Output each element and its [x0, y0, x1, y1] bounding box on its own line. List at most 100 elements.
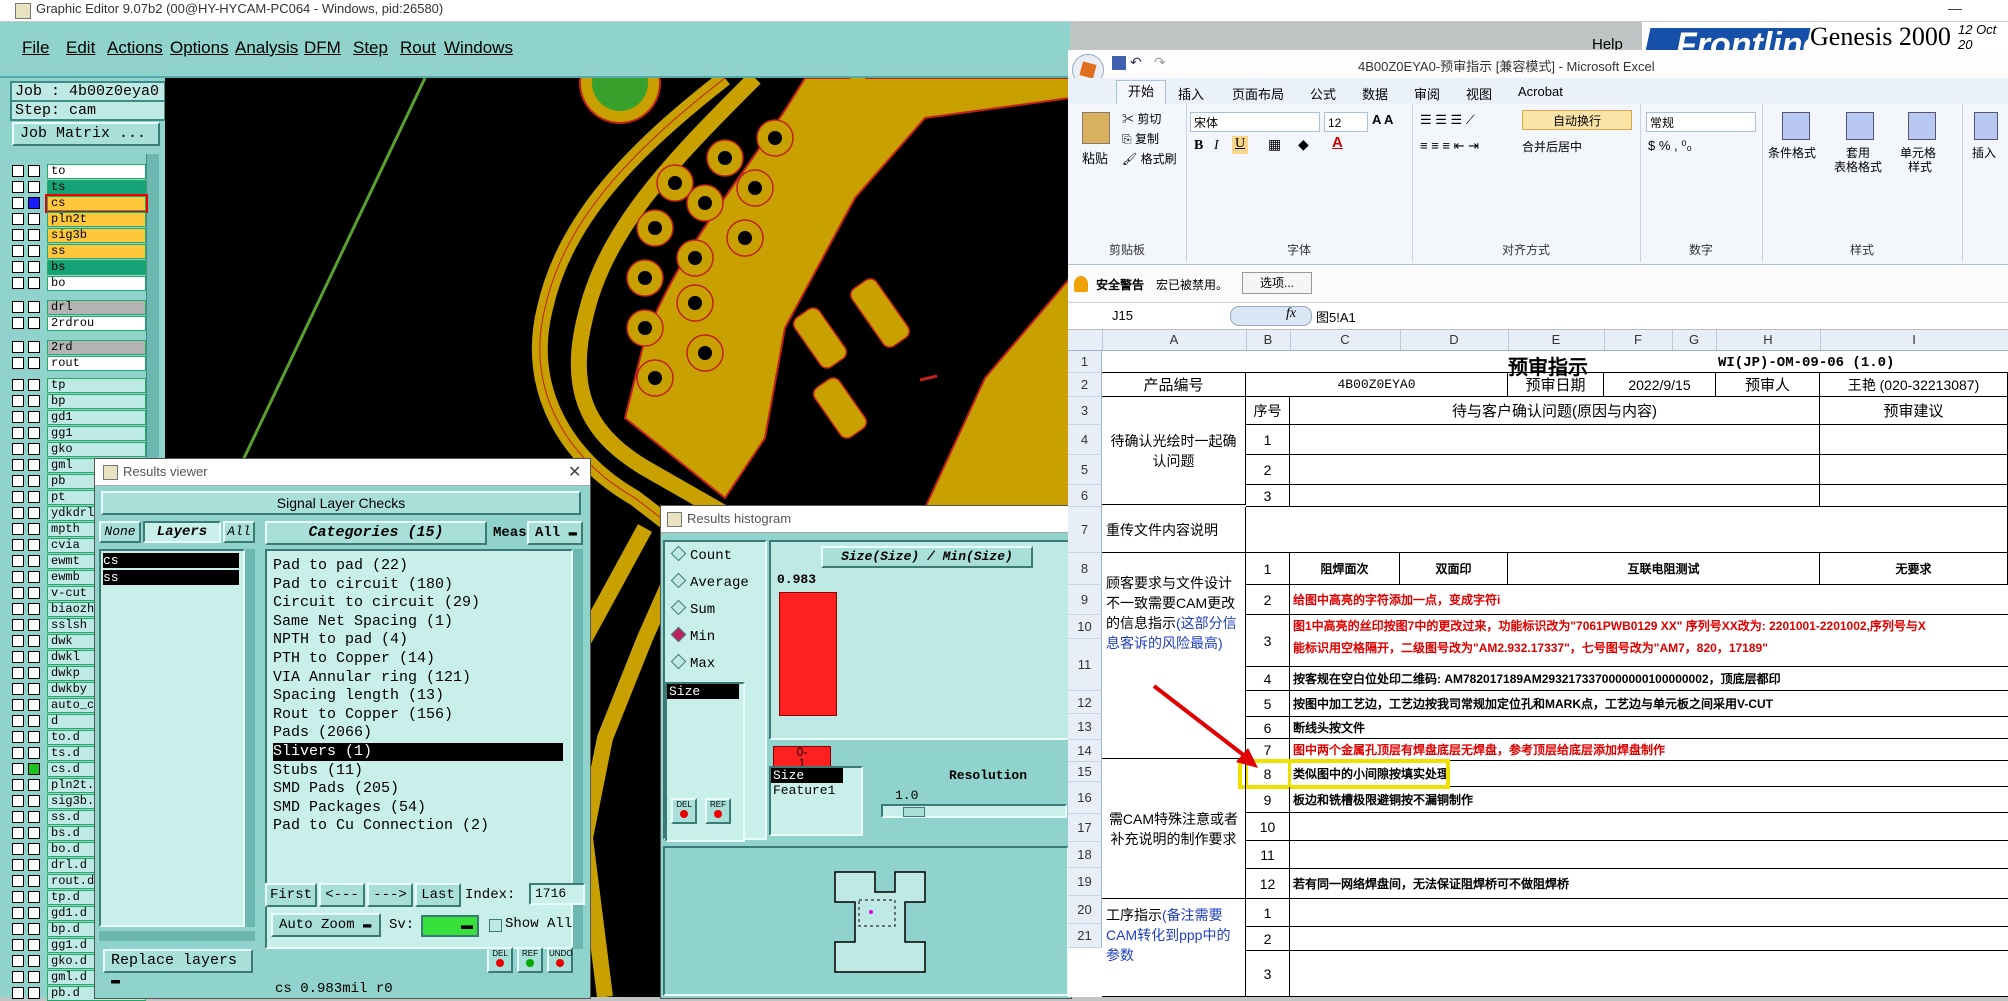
stat-option-min[interactable]: Min [670, 626, 715, 645]
meas-dropdown[interactable]: All ▬ [527, 521, 583, 545]
show-all-checkbox[interactable] [489, 919, 502, 932]
layer-checkbox[interactable] [12, 197, 24, 209]
layer-affected-box[interactable] [28, 603, 40, 615]
row-header[interactable]: 3 [1068, 397, 1102, 425]
copy-button[interactable]: ⎘ 复制 [1122, 130, 1159, 147]
cell[interactable]: 3 [1246, 951, 1290, 997]
zoom-dropdown[interactable]: Auto Zoom ▬ [271, 913, 381, 937]
layer-affected-box[interactable] [28, 427, 40, 439]
fill-color-icon[interactable]: ◆ [1298, 136, 1309, 153]
row-header[interactable]: 19 [1068, 868, 1102, 896]
prev-button[interactable]: <--- [319, 883, 365, 907]
row-header[interactable]: 4 [1068, 425, 1102, 455]
layer-affected-box[interactable] [28, 683, 40, 695]
cell[interactable]: 2 [1246, 455, 1290, 485]
field-list[interactable]: Size Feature1 [769, 766, 863, 836]
layer-affected-box[interactable] [28, 317, 40, 329]
layer-affected-box[interactable] [28, 859, 40, 871]
layer-row[interactable]: gd1 [12, 410, 146, 425]
stat-option-average[interactable]: Average [670, 572, 749, 591]
name-box[interactable]: J15 [1072, 306, 1222, 326]
layer-affected-box[interactable] [28, 539, 40, 551]
layer-affected-box[interactable] [28, 411, 40, 423]
cell[interactable] [1290, 485, 1820, 507]
layer-affected-box[interactable] [28, 971, 40, 983]
layer-affected-box[interactable] [28, 667, 40, 679]
cell[interactable]: 3 [1246, 615, 1290, 667]
layer-item[interactable]: cs [103, 553, 239, 568]
category-item[interactable]: Pads (2066) [273, 724, 372, 742]
results-viewer-titlebar[interactable]: Results viewer ✕ [95, 459, 590, 486]
layer-checkbox[interactable] [12, 395, 24, 407]
font-color-icon[interactable]: A [1332, 134, 1343, 151]
cell[interactable] [1820, 485, 2008, 507]
col-a[interactable]: A [1102, 330, 1247, 350]
undo-icon[interactable]: ↶ [1130, 54, 1142, 71]
col-i[interactable]: I [1820, 330, 2008, 350]
layer-affected-box[interactable] [28, 651, 40, 663]
tab-acrobat[interactable]: Acrobat [1518, 84, 1563, 99]
cell[interactable]: 序号 [1246, 397, 1290, 425]
hist-del-button[interactable]: DEL [671, 798, 697, 824]
row-header[interactable]: 6 [1068, 485, 1102, 507]
layer-name[interactable]: gko [47, 442, 146, 457]
layer-row[interactable]: to [12, 164, 146, 179]
layer-checkbox[interactable] [12, 779, 24, 791]
layer-checkbox[interactable] [12, 181, 24, 193]
row-header[interactable]: 21 [1068, 924, 1102, 948]
undo-button[interactable]: UNDO [547, 947, 573, 973]
layer-checkbox[interactable] [12, 683, 24, 695]
layers-hscrollbar[interactable] [99, 931, 255, 941]
section-header[interactable]: Signal Layer Checks [101, 491, 581, 515]
cell[interactable]: 工序指示(备注需要CAM转化到ppp中的参数 [1102, 899, 1246, 997]
bold-button[interactable]: B [1194, 138, 1203, 154]
cell[interactable] [1290, 841, 2008, 869]
align-top-icons[interactable]: ☰ ☰ ☰ ⟋ [1420, 112, 1475, 128]
table-format-icon[interactable] [1846, 112, 1874, 140]
tab-home[interactable]: 开始 [1116, 80, 1166, 105]
cell[interactable]: 预审日期 [1508, 373, 1604, 397]
category-item[interactable]: SMD Pads (205) [273, 780, 399, 798]
layer-checkbox[interactable] [12, 603, 24, 615]
layer-checkbox[interactable] [12, 277, 24, 289]
format-painter-button[interactable]: 🖌 格式刷 [1122, 150, 1177, 167]
cell[interactable]: 重传文件内容说明 [1102, 507, 1246, 553]
size-list-item[interactable]: Size [667, 684, 739, 699]
font-name-select[interactable]: 宋体 [1190, 112, 1320, 132]
field-item[interactable]: Feature1 [771, 783, 861, 798]
layer-checkbox[interactable] [12, 859, 24, 871]
layer-affected-box[interactable] [28, 747, 40, 759]
cell[interactable] [1290, 455, 1820, 485]
menu-windows[interactable]: Windows [444, 38, 513, 58]
first-button[interactable]: First [265, 883, 317, 907]
layer-row[interactable]: bs [12, 260, 146, 275]
layer-affected-box[interactable] [28, 197, 40, 209]
layer-row[interactable]: drl [12, 300, 146, 315]
layer-affected-box[interactable] [28, 715, 40, 727]
layer-row[interactable]: bo [12, 276, 146, 291]
col-g[interactable]: G [1672, 330, 1717, 350]
layer-name[interactable]: tp [47, 378, 146, 393]
layer-checkbox[interactable] [12, 411, 24, 423]
menu-rout[interactable]: Rout [400, 38, 436, 58]
layers-list[interactable]: cs ss [99, 549, 245, 927]
category-item[interactable]: Pad to Cu Connection (2) [273, 817, 489, 835]
menu-dfm[interactable]: DFM [304, 38, 341, 58]
layer-checkbox[interactable] [12, 763, 24, 775]
next-button[interactable]: ---> [367, 883, 413, 907]
col-f[interactable]: F [1604, 330, 1673, 350]
wrap-text-button[interactable]: 自动换行 [1522, 110, 1632, 130]
layer-name[interactable]: bs [47, 260, 146, 275]
row-header[interactable]: 14 [1068, 740, 1102, 762]
layer-affected-box[interactable] [28, 587, 40, 599]
resolution-slider[interactable] [881, 804, 1067, 818]
layer-checkbox[interactable] [12, 523, 24, 535]
layer-checkbox[interactable] [12, 427, 24, 439]
category-item[interactable]: SMD Packages (54) [273, 799, 426, 817]
layer-name[interactable]: bp [47, 394, 146, 409]
category-item[interactable]: NPTH to pad (4) [273, 631, 408, 649]
row-header[interactable]: 10 [1068, 615, 1102, 639]
cell-style-button-2[interactable]: 样式 [1908, 158, 1932, 175]
cell[interactable]: 王艳 (020-32213087) [1820, 373, 2008, 397]
underline-button[interactable]: U [1232, 136, 1248, 154]
